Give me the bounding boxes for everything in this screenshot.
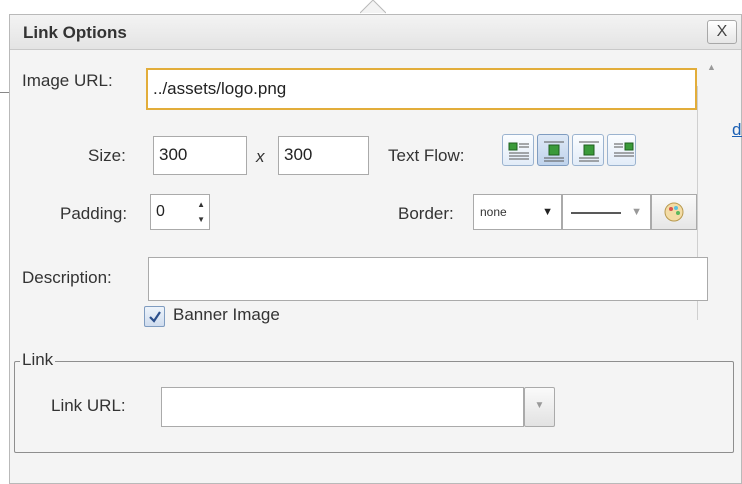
image-url-input[interactable]: ../assets/logo.png [146,68,697,110]
image-url-label: Image URL: [22,71,113,90]
chevron-down-icon: ▼ [534,400,545,411]
flow-block-center-icon [544,141,564,162]
padding-value: 0 [156,203,165,220]
dialog-title: Link Options [23,23,127,42]
chevron-down-icon: ▼ [631,206,642,218]
solid-line-icon [571,212,621,214]
link-url-input[interactable] [161,387,524,427]
description-input[interactable] [148,257,708,301]
size-label: Size: [88,146,126,165]
border-style-select[interactable]: none ▼ [473,194,562,230]
description-label: Description: [22,268,112,287]
border-style-value: none [480,205,507,219]
color-palette-icon [664,202,684,222]
spin-down-icon[interactable]: ▼ [197,215,205,224]
text-flow-label: Text Flow: [388,146,465,165]
link-url-label: Link URL: [51,396,126,415]
chevron-down-icon: ▼ [542,206,553,218]
flow-inline-right-icon [614,142,634,157]
banner-image-label: Banner Image [173,305,280,324]
text-flow-block-left-button[interactable] [572,134,604,166]
spin-up-icon[interactable]: ▲ [197,200,205,209]
banner-image-checkbox[interactable] [144,306,165,327]
border-label: Border: [398,204,454,223]
checkmark-icon [149,311,161,323]
scroll-up-icon[interactable]: ▲ [707,62,717,72]
link-url-dropdown-button[interactable]: ▼ [524,387,555,427]
dialog-titlebar: Link Options X [10,15,741,50]
width-input[interactable]: 300 [153,136,247,175]
text-flow-inline-right-button[interactable] [607,134,636,166]
text-flow-inline-left-button[interactable] [502,134,534,166]
size-separator: x [256,147,265,166]
border-line-select[interactable]: ▼ [562,194,651,230]
background-link[interactable]: di [732,120,742,140]
padding-label: Padding: [60,204,128,223]
link-legend: Link [20,350,56,370]
text-flow-block-center-button[interactable] [537,134,569,166]
flow-inline-left-icon [508,142,529,160]
close-button[interactable]: X [707,20,737,44]
height-input[interactable]: 300 [278,136,369,175]
flow-block-left-icon [579,141,599,162]
border-color-button[interactable] [651,194,697,230]
pointer-notch [360,0,386,14]
padding-spinner[interactable]: 0 ▲ ▼ [150,194,210,230]
